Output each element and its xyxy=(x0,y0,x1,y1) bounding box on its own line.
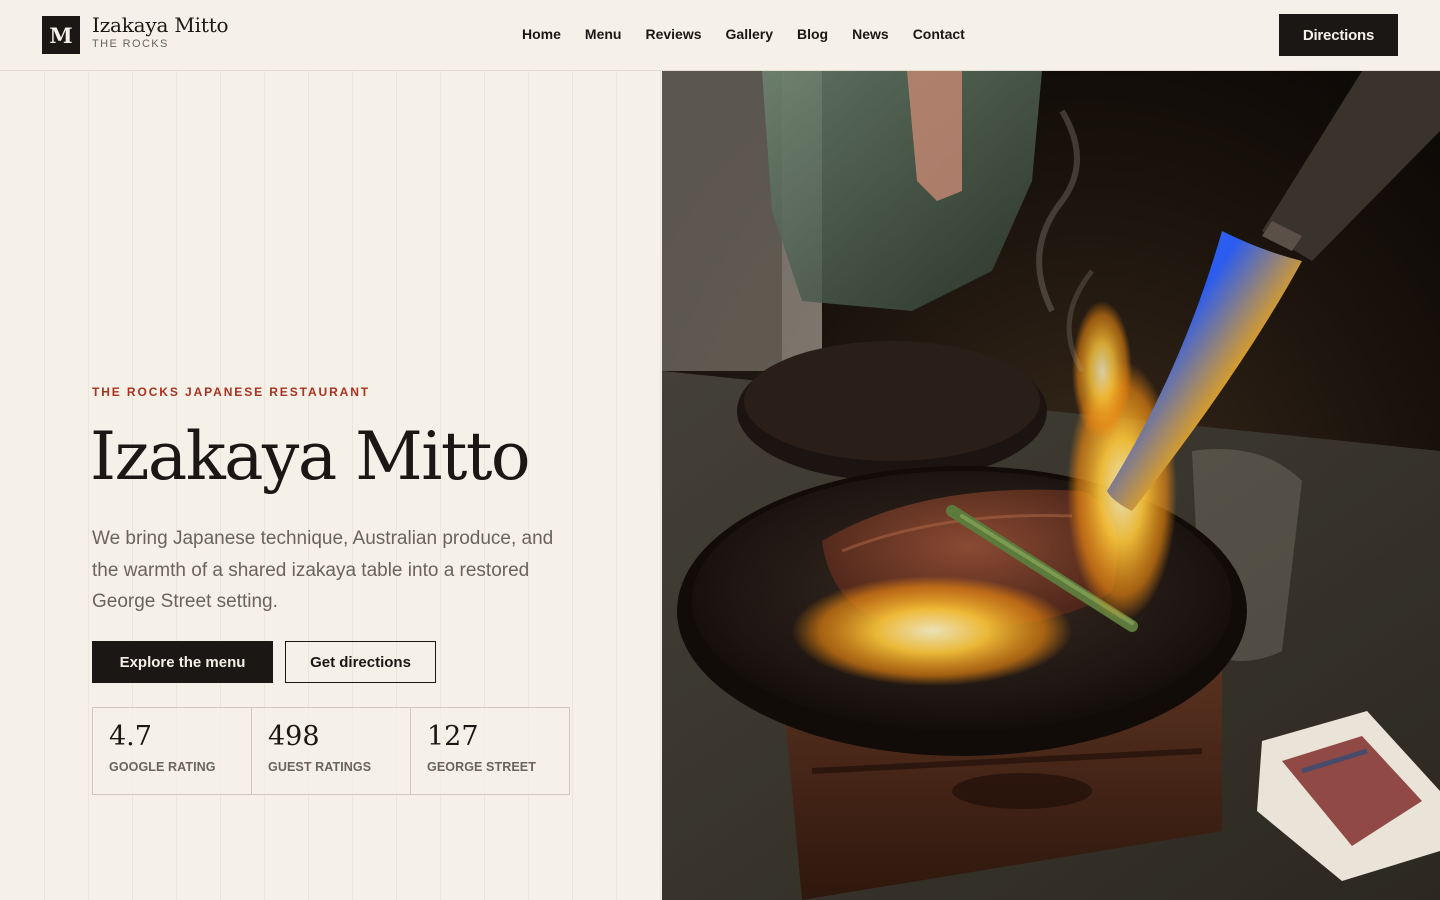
nav-reviews[interactable]: Reviews xyxy=(633,24,713,44)
nav-news[interactable]: News xyxy=(840,24,901,44)
site-header: M Izakaya Mitto THE ROCKS Home Menu Revi… xyxy=(0,0,1440,71)
stat-value: 127 xyxy=(427,721,479,752)
brand-subtitle: THE ROCKS xyxy=(92,38,169,50)
directions-button[interactable]: Directions xyxy=(1279,14,1398,56)
brand-name[interactable]: Izakaya Mitto xyxy=(92,13,229,37)
stat-value: 4.7 xyxy=(109,721,152,752)
stat-google-rating: 4.7 GOOGLE RATING xyxy=(93,708,252,794)
hero-panel: THE ROCKS JAPANESE RESTAURANT Izakaya Mi… xyxy=(0,71,662,900)
stat-label: GOOGLE RATING xyxy=(109,759,216,774)
nav-home[interactable]: Home xyxy=(510,24,573,44)
stat-label: GEORGE STREET xyxy=(427,759,536,774)
stat-address: 127 GEORGE STREET xyxy=(411,708,569,794)
hero-eyebrow: THE ROCKS JAPANESE RESTAURANT xyxy=(92,385,371,399)
nav-blog[interactable]: Blog xyxy=(785,24,840,44)
get-directions-button[interactable]: Get directions xyxy=(285,641,436,683)
stat-guest-ratings: 498 GUEST RATINGS xyxy=(252,708,411,794)
explore-menu-button[interactable]: Explore the menu xyxy=(92,641,273,683)
logo-mark[interactable]: M xyxy=(42,16,80,54)
nav-contact[interactable]: Contact xyxy=(901,24,977,44)
nav-gallery[interactable]: Gallery xyxy=(714,24,785,44)
stat-label: GUEST RATINGS xyxy=(268,759,372,774)
stats-panel: 4.7 GOOGLE RATING 498 GUEST RATINGS 127 … xyxy=(92,707,570,795)
main-nav: Home Menu Reviews Gallery Blog News Cont… xyxy=(510,24,977,44)
hero-photo xyxy=(662,71,1440,900)
nav-menu[interactable]: Menu xyxy=(573,24,634,44)
stat-value: 498 xyxy=(268,721,320,752)
hero-description: We bring Japanese technique, Australian … xyxy=(92,528,554,612)
hero-title: Izakaya Mitto xyxy=(90,418,531,495)
